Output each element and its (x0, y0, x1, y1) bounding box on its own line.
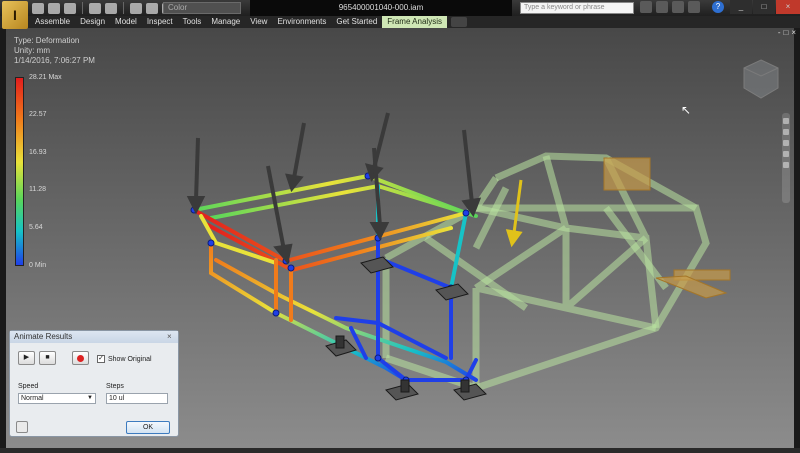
open-icon[interactable] (48, 2, 60, 14)
tab-inspect[interactable]: Inspect (142, 16, 178, 28)
dialog-title: Animate Results (10, 331, 178, 343)
close-button[interactable]: × (776, 0, 800, 14)
ok-button[interactable]: OK (126, 421, 170, 434)
tab-view[interactable]: View (245, 16, 272, 28)
animate-results-dialog: Animate Results × ▶ ■ ✓ Show Original Sp… (9, 330, 179, 437)
record-icon (77, 355, 84, 362)
doc-restore-button[interactable]: □ (783, 28, 788, 37)
key-icon[interactable] (656, 1, 668, 13)
steering-wheel-icon[interactable] (783, 118, 789, 124)
play-button[interactable]: ▶ (18, 351, 35, 365)
speed-label: Speed (18, 383, 39, 390)
star-icon[interactable] (672, 1, 684, 13)
doc-minimize-button[interactable]: - (778, 28, 781, 37)
ribbon-minimize-icon[interactable] (450, 17, 467, 27)
steps-label: Steps (106, 383, 124, 390)
mouse-cursor-icon: ↖ (681, 103, 692, 117)
show-original-label: Show Original (108, 355, 152, 363)
undo-icon[interactable] (89, 2, 101, 14)
ribbon-tabs: Assemble Design Model Inspect Tools Manage Vie… (0, 16, 800, 28)
show-original-checkbox[interactable]: ✓ (97, 355, 105, 363)
look-at-icon[interactable] (783, 162, 789, 168)
maximize-button[interactable]: □ (753, 0, 775, 14)
toolbar-divider (82, 2, 83, 14)
search-input[interactable]: Type a keyword or phrase (520, 2, 634, 14)
viewcube-icon[interactable] (740, 58, 782, 100)
title-bar: Color 965400001040-000.iam Type a keywor… (0, 0, 800, 16)
redo-icon[interactable] (105, 2, 117, 14)
home-icon[interactable] (130, 2, 142, 14)
steps-input[interactable]: 10 ul (106, 393, 168, 404)
tab-frame-analysis[interactable]: Frame Analysis (382, 16, 447, 28)
document-title: 965400001040-000.iam (250, 0, 512, 16)
stop-icon: ■ (45, 354, 50, 361)
dialog-close-button[interactable]: × (167, 333, 175, 341)
speed-value: Normal (21, 395, 44, 402)
app-logo[interactable]: I (2, 1, 28, 29)
properties-icon[interactable] (146, 2, 158, 14)
minimize-button[interactable]: _ (730, 0, 752, 14)
play-icon: ▶ (23, 354, 30, 361)
save-icon[interactable] (64, 2, 76, 14)
pan-icon[interactable] (783, 129, 789, 135)
show-original-row: ✓ Show Original (97, 355, 152, 363)
chevron-down-icon: ▼ (87, 395, 93, 401)
new-icon[interactable] (32, 2, 44, 14)
color-dropdown[interactable]: Color (163, 2, 241, 14)
tab-tools[interactable]: Tools (178, 16, 207, 28)
status-bar (0, 448, 800, 453)
navigation-bar[interactable] (782, 113, 790, 203)
document-window-controls: - □ × (778, 28, 796, 37)
tab-design[interactable]: Design (75, 16, 110, 28)
tab-environments[interactable]: Environments (272, 16, 331, 28)
toolbar-divider (123, 2, 124, 14)
communication-icon[interactable] (688, 1, 700, 13)
infocenter-toolbar (640, 1, 700, 13)
record-button[interactable] (72, 351, 89, 365)
tab-manage[interactable]: Manage (206, 16, 245, 28)
stop-button[interactable]: ■ (39, 351, 56, 365)
zoom-icon[interactable] (783, 140, 789, 146)
help-icon[interactable]: ? (712, 1, 724, 13)
dialog-help-icon[interactable] (16, 421, 28, 433)
window-controls: _ □ × (730, 0, 800, 14)
binoculars-icon[interactable] (640, 1, 652, 13)
speed-select[interactable]: Normal ▼ (18, 393, 96, 404)
doc-close-button[interactable]: × (791, 28, 796, 37)
tab-get-started[interactable]: Get Started (331, 16, 382, 28)
orbit-icon[interactable] (783, 151, 789, 157)
tab-assemble[interactable]: Assemble (30, 16, 75, 28)
tab-model[interactable]: Model (110, 16, 142, 28)
